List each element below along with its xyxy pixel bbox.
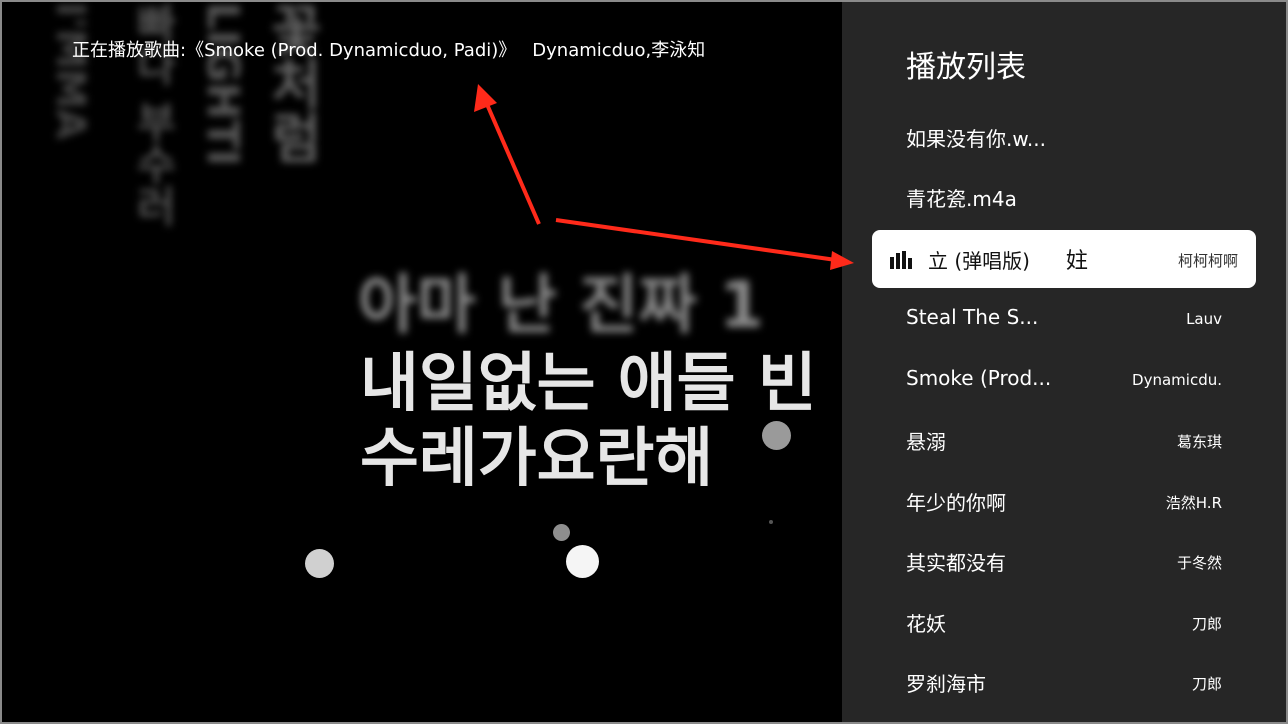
track-name: 立 (弹唱版) [928, 249, 1030, 273]
playlist-item[interactable]: 青花瓷.m4a [872, 168, 1256, 226]
track-name-suffix: 妵 [1066, 249, 1089, 274]
visualizer-dot [769, 520, 773, 524]
track-name: 年少的你啊 [906, 491, 1006, 515]
visualizer-dot [762, 421, 791, 450]
background-lyric-column: LIGHTI [197, 2, 248, 166]
playlist-panel: 播放列表 如果没有你.w... 青花瓷.m4a 立 (弹唱版) 妵 柯柯柯啊 S… [842, 2, 1286, 722]
now-playing-artists: Dynamicduo,李泳知 [532, 40, 706, 61]
track-name: 罗刹海市 [906, 672, 986, 696]
current-lyric-line: 내일없는 애들 빈 [360, 347, 817, 421]
playlist-item[interactable]: 花妖 刀郎 [872, 593, 1256, 651]
playlist-item[interactable]: 悬溺 葛东琪 [872, 411, 1256, 469]
playlist-item[interactable]: 其实都没有 于冬然 [872, 532, 1256, 590]
playlist-item-playing[interactable]: 立 (弹唱版) 妵 柯柯柯啊 [872, 230, 1256, 288]
playlist-item[interactable]: 罗刹海市 刀郎 [872, 653, 1256, 711]
equalizer-bars-icon [890, 251, 918, 269]
playlist-title: 播放列表 [906, 50, 1026, 85]
track-name: 青花瓷.m4a [906, 187, 1017, 211]
track-artist: 于冬然 [1176, 554, 1222, 572]
background-lyric-column: I'MMA [47, 2, 93, 140]
visualizer-dot [305, 549, 334, 578]
playlist-item[interactable]: 如果没有你.w... [872, 108, 1256, 166]
current-lyric-line: 수레가요란해 [360, 422, 714, 496]
previous-lyric-line: 아마 난 진짜 1 [358, 269, 764, 343]
track-name: Smoke (Prod... [906, 366, 1052, 390]
track-artist: 刀郎 [1191, 615, 1222, 633]
track-name: 其实都没有 [906, 551, 1006, 575]
now-playing-banner: 正在播放歌曲:《Smoke (Prod. Dynamicduo, Padi)》 D… [72, 36, 705, 62]
background-lyric-column: 꽃처럼 [260, 2, 323, 164]
now-playing-prefix: 正在播放歌曲: [72, 40, 187, 61]
playlist-item[interactable]: 年少的你啊 浩然H.R [872, 472, 1256, 530]
track-artist: Dynamicdu. [1132, 371, 1222, 389]
track-name: 悬溺 [906, 430, 946, 454]
track-name: 如果没有你.w... [906, 127, 1046, 151]
player-window: I'MMA 빠다 부수러 LIGHTI 꽃처럼 正在播放歌曲:《Smoke (P… [0, 0, 1288, 724]
track-artist: 浩然H.R [1165, 494, 1222, 512]
playlist-item[interactable]: Smoke (Prod... Dynamicdu. [872, 351, 1256, 409]
track-artist: 柯柯柯啊 [1177, 252, 1238, 270]
visualizer-dot [566, 545, 599, 578]
playlist-item[interactable]: Steal The S... Lauv [872, 290, 1256, 348]
track-artist: 刀郎 [1191, 675, 1222, 693]
track-artist: 葛东琪 [1176, 433, 1222, 451]
track-artist: Lauv [1186, 310, 1222, 328]
visualizer-dot [553, 524, 570, 541]
lyrics-stage: I'MMA 빠다 부수러 LIGHTI 꽃처럼 正在播放歌曲:《Smoke (P… [2, 2, 842, 722]
track-name: Steal The S... [906, 305, 1039, 329]
now-playing-song: 《Smoke (Prod. Dynamicduo, Padi)》 [186, 40, 517, 61]
track-name: 花妖 [906, 612, 946, 636]
current-lyric: 내일없는 애들 빈 수레가요란해 [360, 347, 817, 497]
